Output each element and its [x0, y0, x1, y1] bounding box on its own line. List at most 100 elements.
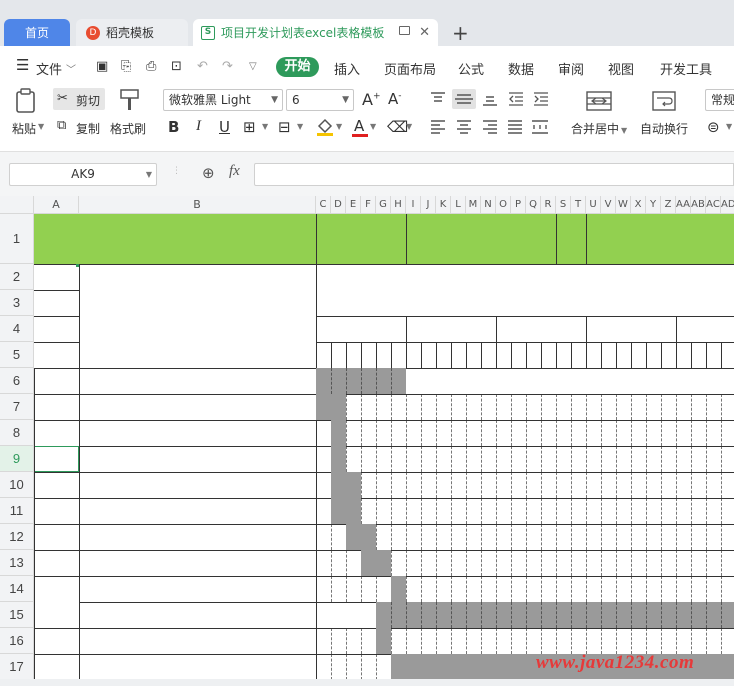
- row-header[interactable]: 6: [0, 368, 34, 394]
- day-label[interactable]: [601, 342, 616, 368]
- grid-line: [556, 498, 557, 524]
- day-label[interactable]: [631, 342, 646, 368]
- grid-line: [496, 524, 497, 550]
- row-header[interactable]: 8: [0, 420, 34, 446]
- sheet-title[interactable]: [79, 214, 316, 264]
- grid-line: [481, 628, 482, 654]
- row-header[interactable]: 14: [0, 576, 34, 602]
- task-name[interactable]: [82, 524, 315, 550]
- grid-line: [496, 446, 497, 472]
- row-header[interactable]: 7: [0, 394, 34, 420]
- day-label[interactable]: [646, 342, 661, 368]
- task-number[interactable]: [34, 420, 79, 446]
- grid-line: [661, 472, 662, 498]
- day-label[interactable]: [331, 342, 346, 368]
- day-label[interactable]: [406, 342, 421, 368]
- task-number[interactable]: [34, 628, 79, 654]
- grid-line: [79, 446, 734, 447]
- task-name[interactable]: [82, 472, 315, 498]
- task-number[interactable]: [34, 472, 79, 498]
- grid-line: [556, 342, 557, 368]
- grid-line: [376, 368, 377, 394]
- section-title[interactable]: [34, 368, 316, 394]
- day-label[interactable]: [556, 342, 571, 368]
- grid-line: [586, 576, 587, 602]
- day-label[interactable]: [346, 342, 361, 368]
- item-header[interactable]: [79, 264, 316, 342]
- day-label[interactable]: [571, 342, 586, 368]
- grid-line: [691, 498, 692, 524]
- month-label[interactable]: [406, 316, 496, 342]
- task-name[interactable]: [82, 446, 315, 472]
- month-label[interactable]: [496, 316, 586, 342]
- task-name[interactable]: [82, 576, 315, 602]
- row-header[interactable]: 5: [0, 342, 34, 368]
- grid-line: [391, 602, 392, 628]
- task-name[interactable]: [82, 420, 315, 446]
- grid-line: [541, 576, 542, 602]
- month-label[interactable]: [586, 316, 676, 342]
- task-name[interactable]: [82, 654, 315, 680]
- row-header[interactable]: 4: [0, 316, 34, 342]
- task-number[interactable]: [34, 524, 79, 550]
- grid-line: [346, 420, 347, 446]
- month-label[interactable]: [676, 316, 734, 342]
- grid-line: [661, 628, 662, 654]
- task-name[interactable]: [82, 498, 315, 524]
- row-header[interactable]: 13: [0, 550, 34, 576]
- grid-line: [616, 628, 617, 654]
- row-header[interactable]: 11: [0, 498, 34, 524]
- task-name[interactable]: [82, 394, 315, 420]
- task-number[interactable]: [34, 576, 79, 602]
- row-header[interactable]: 2: [0, 264, 34, 290]
- day-label[interactable]: [451, 342, 466, 368]
- day-label[interactable]: [661, 342, 676, 368]
- day-label[interactable]: [511, 342, 526, 368]
- day-label[interactable]: [541, 342, 556, 368]
- day-label[interactable]: [466, 342, 481, 368]
- day-label[interactable]: [496, 342, 511, 368]
- grid-line: [646, 472, 647, 498]
- row-header[interactable]: 12: [0, 524, 34, 550]
- day-label[interactable]: [616, 342, 631, 368]
- grid-line: [676, 446, 677, 472]
- grid-line: [79, 550, 734, 551]
- day-label[interactable]: [526, 342, 541, 368]
- note-marker: [76, 264, 79, 267]
- row-header[interactable]: 1: [0, 214, 34, 264]
- day-label[interactable]: [361, 342, 376, 368]
- day-label[interactable]: [436, 342, 451, 368]
- grid-line: [586, 628, 587, 654]
- day-label[interactable]: [721, 342, 734, 368]
- grid-line: [676, 498, 677, 524]
- grid-line: [496, 498, 497, 524]
- seq-header[interactable]: [34, 264, 79, 290]
- day-label[interactable]: [316, 342, 331, 368]
- section-title[interactable]: [34, 602, 316, 628]
- day-label[interactable]: [691, 342, 706, 368]
- task-number[interactable]: [34, 498, 79, 524]
- day-label[interactable]: [376, 342, 391, 368]
- row-header[interactable]: 3: [0, 290, 34, 316]
- no-header[interactable]: [34, 316, 79, 342]
- day-label[interactable]: [586, 342, 601, 368]
- day-label[interactable]: [676, 342, 691, 368]
- task-number[interactable]: [34, 654, 79, 680]
- task-name[interactable]: [82, 628, 315, 654]
- day-label[interactable]: [706, 342, 721, 368]
- row-header[interactable]: 16: [0, 628, 34, 654]
- day-label[interactable]: [391, 342, 406, 368]
- grid-line: [79, 368, 734, 369]
- day-label[interactable]: [481, 342, 496, 368]
- row-header[interactable]: 9: [0, 446, 34, 472]
- row-header[interactable]: 17: [0, 654, 34, 680]
- day-label[interactable]: [421, 342, 436, 368]
- row-header[interactable]: 15: [0, 602, 34, 628]
- task-name[interactable]: [82, 550, 315, 576]
- month-label[interactable]: [316, 316, 406, 342]
- row-header[interactable]: 10: [0, 472, 34, 498]
- task-number[interactable]: [34, 550, 79, 576]
- task-number[interactable]: [34, 394, 79, 420]
- grid-line: [331, 576, 332, 602]
- worksheet-grid[interactable]: 1 2 3 4 5 6 7 8 9 10 11 12 13 14 15 16 17: [0, 0, 734, 686]
